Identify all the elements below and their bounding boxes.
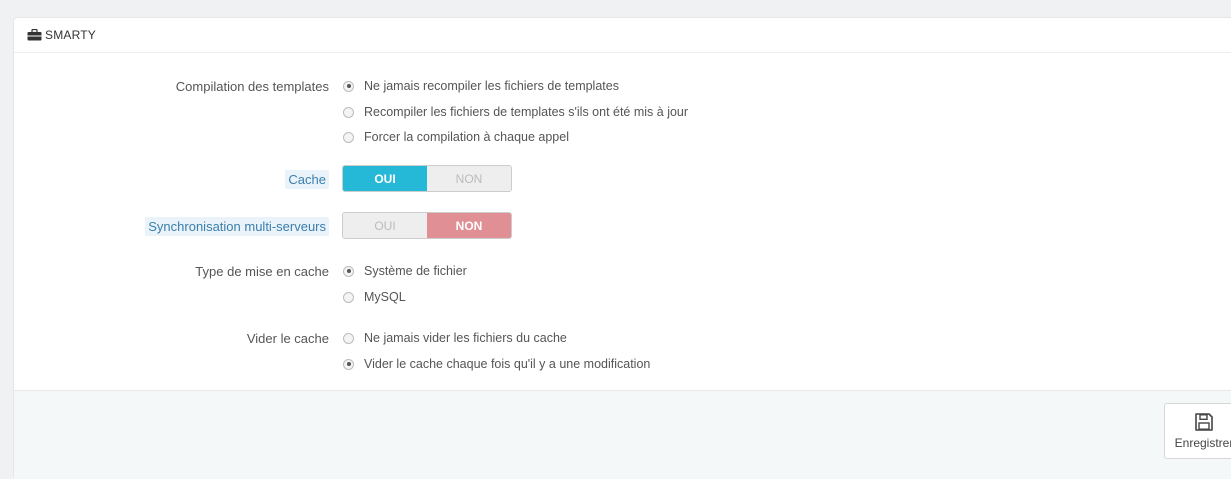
smarty-panel: SMARTY Compilation des templates Ne jama… <box>13 17 1231 479</box>
panel-heading: SMARTY <box>14 18 1231 53</box>
option-label: Ne jamais vider les fichiers du cache <box>364 331 567 345</box>
cache-type-option-mysql[interactable]: MySQL <box>343 290 406 304</box>
option-label: Ne jamais recompiler les fichiers de tem… <box>364 79 619 93</box>
panel-title: SMARTY <box>45 28 96 42</box>
clear-cache-option-on-change[interactable]: Vider le cache chaque fois qu'il y a une… <box>343 357 650 371</box>
radio-button[interactable] <box>343 80 354 92</box>
cache-label: Cache <box>285 170 329 189</box>
compilation-option-never[interactable]: Ne jamais recompiler les fichiers de tem… <box>343 79 619 93</box>
radio-button[interactable] <box>343 358 354 370</box>
compilation-option-updated[interactable]: Recompiler les fichiers de templates s'i… <box>343 105 688 119</box>
option-label: Système de fichier <box>364 264 467 278</box>
clear-cache-option-never[interactable]: Ne jamais vider les fichiers du cache <box>343 331 567 345</box>
option-label: Vider le cache chaque fois qu'il y a une… <box>364 357 651 371</box>
clear-cache-label: Vider le cache <box>246 331 329 346</box>
save-button[interactable]: Enregistrer <box>1164 403 1231 459</box>
compilation-label: Compilation des templates <box>175 79 329 94</box>
radio-button[interactable] <box>343 291 354 303</box>
radio-button[interactable] <box>343 265 354 277</box>
floppy-disk-icon <box>1195 413 1213 431</box>
sync-switch[interactable]: OUI NON <box>342 212 512 239</box>
sync-label: Synchronisation multi-serveurs <box>145 217 329 236</box>
briefcase-icon <box>27 29 42 41</box>
cache-off-option[interactable]: NON <box>427 166 511 191</box>
panel-footer: Enregistrer <box>14 390 1231 479</box>
radio-button[interactable] <box>343 131 354 143</box>
cache-on-option[interactable]: OUI <box>343 166 427 191</box>
sync-on-option[interactable]: OUI <box>343 213 427 238</box>
compilation-option-force[interactable]: Forcer la compilation à chaque appel <box>343 130 569 144</box>
cache-type-label: Type de mise en cache <box>195 264 329 279</box>
radio-button[interactable] <box>343 332 354 344</box>
cache-switch[interactable]: OUI NON <box>342 165 512 192</box>
radio-button[interactable] <box>343 106 354 118</box>
sync-off-option[interactable]: NON <box>427 213 511 238</box>
save-label: Enregistrer <box>1174 436 1231 450</box>
option-label: Recompiler les fichiers de templates s'i… <box>364 105 689 119</box>
option-label: Forcer la compilation à chaque appel <box>364 130 569 144</box>
cache-type-option-filesystem[interactable]: Système de fichier <box>343 264 467 278</box>
option-label: MySQL <box>364 290 406 304</box>
